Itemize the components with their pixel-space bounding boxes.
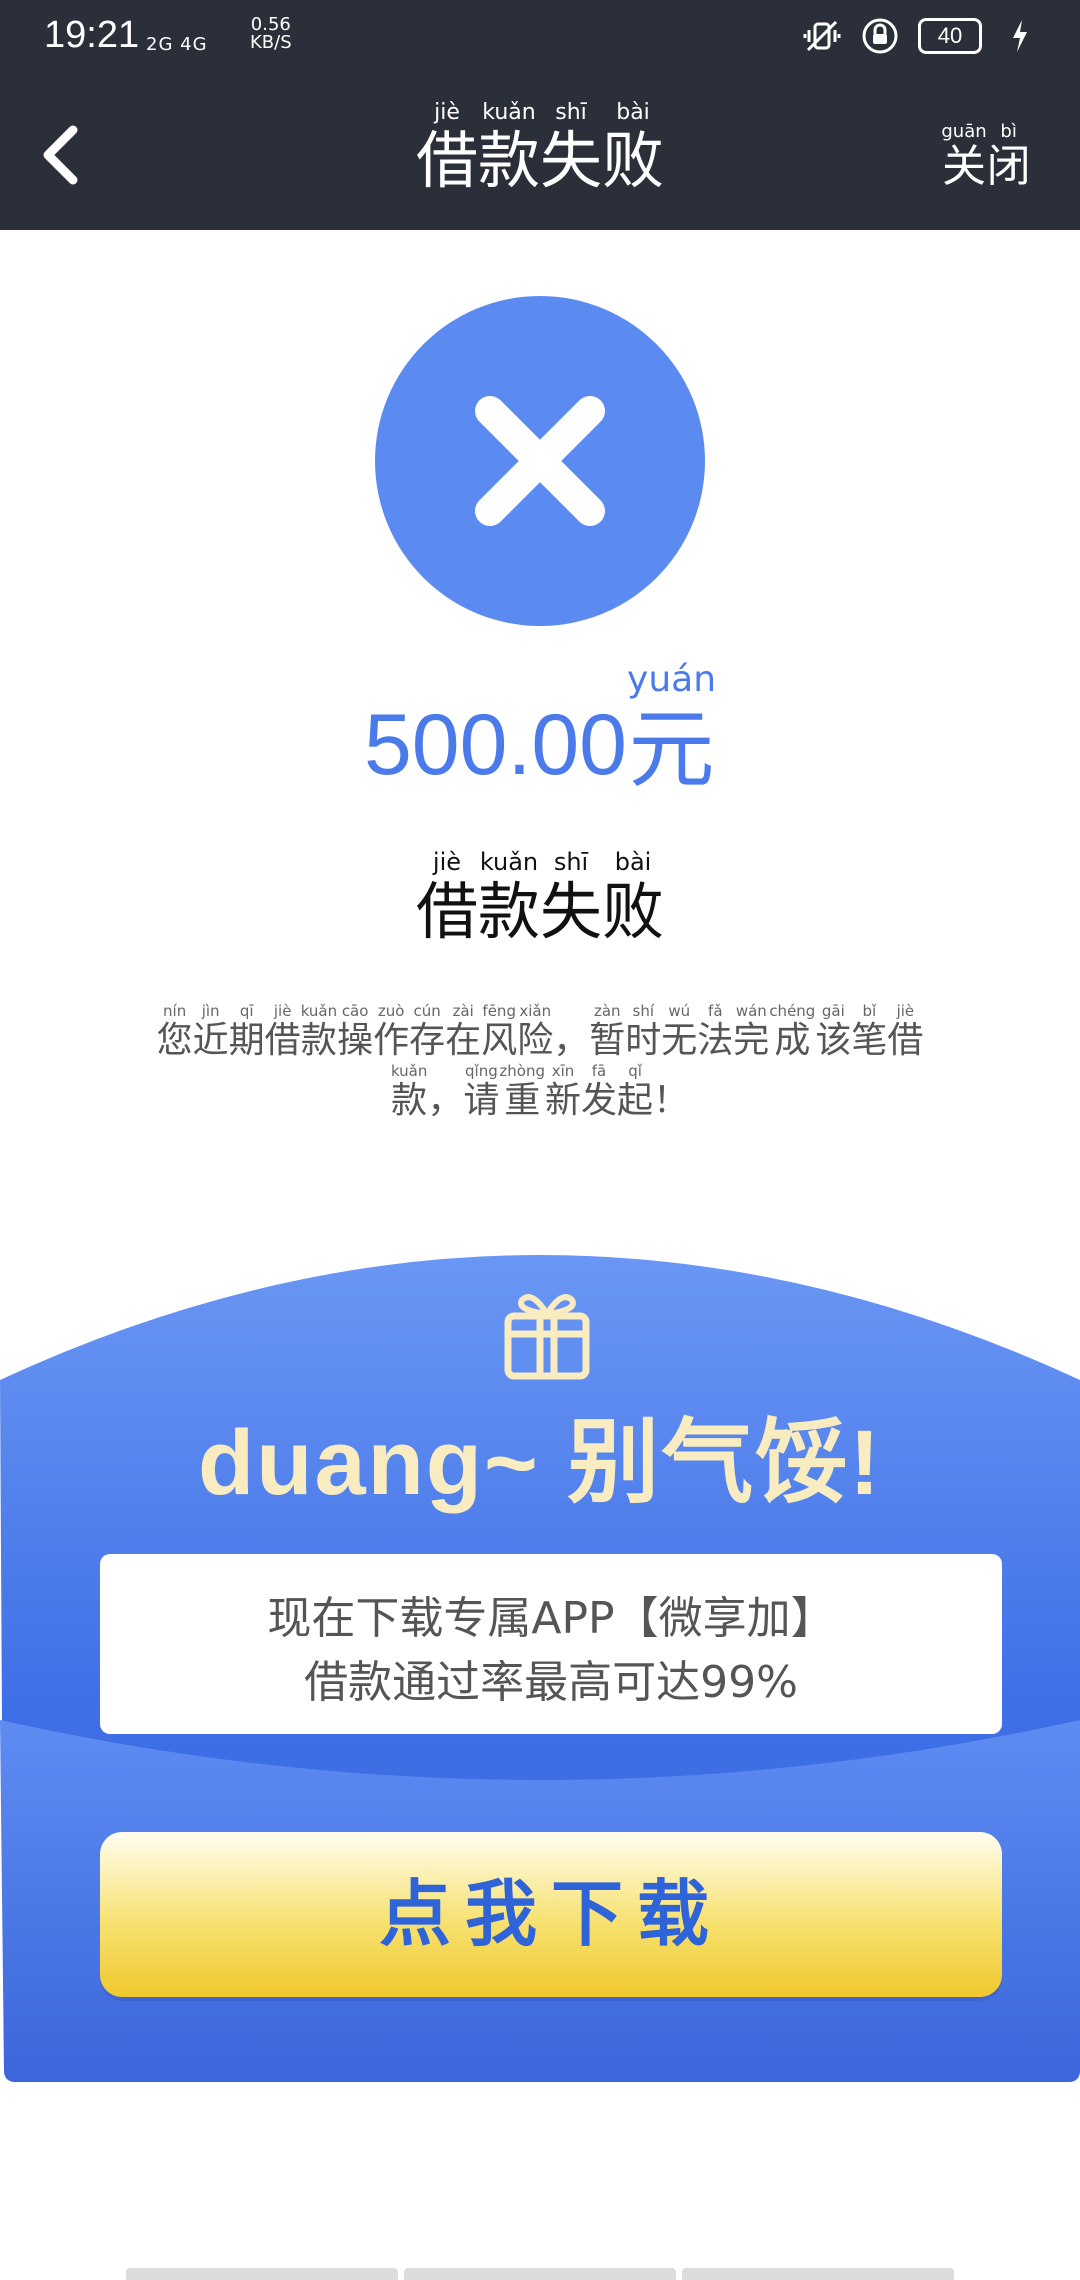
message-char: cún 存 bbox=[409, 1002, 446, 1061]
message-char: wán 完 bbox=[733, 1002, 770, 1061]
vibrate-icon bbox=[802, 16, 842, 56]
battery-icon: 40 bbox=[918, 18, 982, 54]
speed-unit: KB/S bbox=[250, 32, 292, 53]
message-punct: ， bbox=[427, 1080, 464, 1121]
promo-title: duang~ 别气馁! bbox=[198, 1412, 882, 1514]
title-char: jiè 借 bbox=[415, 100, 478, 197]
lock-rotation-icon bbox=[860, 16, 900, 56]
message-line-2: kuǎn 款 ， qǐng 请 zhòng 重 xīn 新 fā 发 qǐ 起 ！ bbox=[80, 1062, 1000, 1122]
message-punct: ！ bbox=[653, 1080, 690, 1121]
message-punct: ， bbox=[553, 1020, 590, 1061]
close-button[interactable]: guān 关 bì 闭 bbox=[926, 122, 1046, 192]
status-icons: 40 bbox=[802, 16, 1040, 56]
message-char: zuò 作 bbox=[373, 1002, 410, 1061]
fail-message: nín 您 jìn 近 qī 期 jiè 借 kuǎn 款 cāo 操 zuò 作 cún 存 zài 在 fēng… bbox=[80, 1002, 1000, 1122]
loan-amount: 500.00 yuán 元 bbox=[0, 659, 1080, 801]
message-char: zàn 暂 bbox=[589, 1002, 626, 1061]
amount-unit: yuán 元 bbox=[627, 659, 717, 801]
message-char: jìn 近 bbox=[192, 1002, 229, 1061]
status-bar: 19:21 2G 4G 0.56 KB/S 40 bbox=[0, 0, 1080, 80]
tab-indicator bbox=[682, 2268, 954, 2280]
message-char: gāi 该 bbox=[815, 1002, 852, 1061]
title-char: kuǎn 款 bbox=[477, 100, 540, 197]
nav-bar: jiè 借 kuǎn 款 shī 失 bài 败 guān 关 bì 闭 bbox=[0, 80, 1080, 230]
message-char: cāo 操 bbox=[337, 1002, 374, 1061]
tab-indicator bbox=[404, 2268, 676, 2280]
message-char: zài 在 bbox=[445, 1002, 482, 1061]
message-char: jiè 借 bbox=[887, 1002, 924, 1061]
message-char: qǐ 起 bbox=[617, 1062, 654, 1121]
message-line-1: nín 您 jìn 近 qī 期 jiè 借 kuǎn 款 cāo 操 zuò 作 cún 存 zài 在 fēng… bbox=[80, 1002, 1000, 1062]
promo-line-2: 借款通过率最高可达99% bbox=[304, 1657, 798, 1708]
message-char: qī 期 bbox=[228, 1002, 265, 1061]
message-char: shí 时 bbox=[625, 1002, 662, 1061]
download-button[interactable]: 点我下载 bbox=[100, 1832, 1002, 1997]
fail-status-text: jiè 借 kuǎn 款 shī 失 bài 败 bbox=[0, 848, 1080, 948]
gift-icon bbox=[504, 1294, 590, 1380]
bottom-tab-indicator bbox=[126, 2268, 954, 2280]
network-speed: 0.56 KB/S bbox=[250, 16, 292, 52]
message-char: nín 您 bbox=[156, 1002, 193, 1061]
network-indicator: 2G 4G bbox=[146, 34, 208, 55]
status-char: kuǎn 款 bbox=[477, 848, 540, 948]
message-char: wú 无 bbox=[661, 1002, 698, 1061]
message-char: kuǎn 款 bbox=[300, 1002, 338, 1061]
status-char: shī 失 bbox=[540, 848, 603, 948]
promo-card: 现在下载专属APP【微享加】 借款通过率最高可达99% bbox=[100, 1554, 1002, 1734]
close-char: guān 关 bbox=[941, 121, 987, 192]
message-char: fǎ 法 bbox=[697, 1002, 734, 1061]
message-char: qǐng 请 bbox=[463, 1062, 500, 1121]
amount-value: 500.00 bbox=[363, 697, 628, 793]
tab-indicator bbox=[126, 2268, 398, 2280]
chevron-left-icon bbox=[43, 125, 78, 185]
title-char: shī 失 bbox=[540, 100, 603, 197]
page-title: jiè 借 kuǎn 款 shī 失 bài 败 bbox=[340, 100, 740, 196]
promo-line-1: 现在下载专属APP【微享加】 bbox=[267, 1593, 835, 1644]
message-char: xiǎn 险 bbox=[517, 1002, 554, 1061]
message-char: bǐ 笔 bbox=[851, 1002, 888, 1061]
fail-icon bbox=[375, 296, 705, 626]
message-char: xīn 新 bbox=[545, 1062, 582, 1121]
charging-icon bbox=[1000, 16, 1040, 56]
promo-banner[interactable]: duang~ 别气馁! 现在下载专属APP【微享加】 借款通过率最高可达99% … bbox=[0, 1220, 1080, 2090]
back-button[interactable] bbox=[28, 120, 98, 190]
status-char: bài 败 bbox=[602, 848, 665, 948]
title-char: bài 败 bbox=[602, 100, 665, 197]
status-char: jiè 借 bbox=[415, 848, 478, 948]
close-x-icon bbox=[475, 396, 605, 526]
message-char: fēng 风 bbox=[481, 1002, 518, 1061]
message-char: kuǎn 款 bbox=[390, 1062, 428, 1121]
status-time: 19:21 bbox=[44, 14, 140, 56]
message-char: chéng 成 bbox=[769, 1002, 816, 1061]
message-char: fā 发 bbox=[581, 1062, 618, 1121]
close-char: bì 闭 bbox=[986, 121, 1031, 192]
message-char: zhòng 重 bbox=[499, 1062, 545, 1121]
message-char: jiè 借 bbox=[264, 1002, 301, 1061]
